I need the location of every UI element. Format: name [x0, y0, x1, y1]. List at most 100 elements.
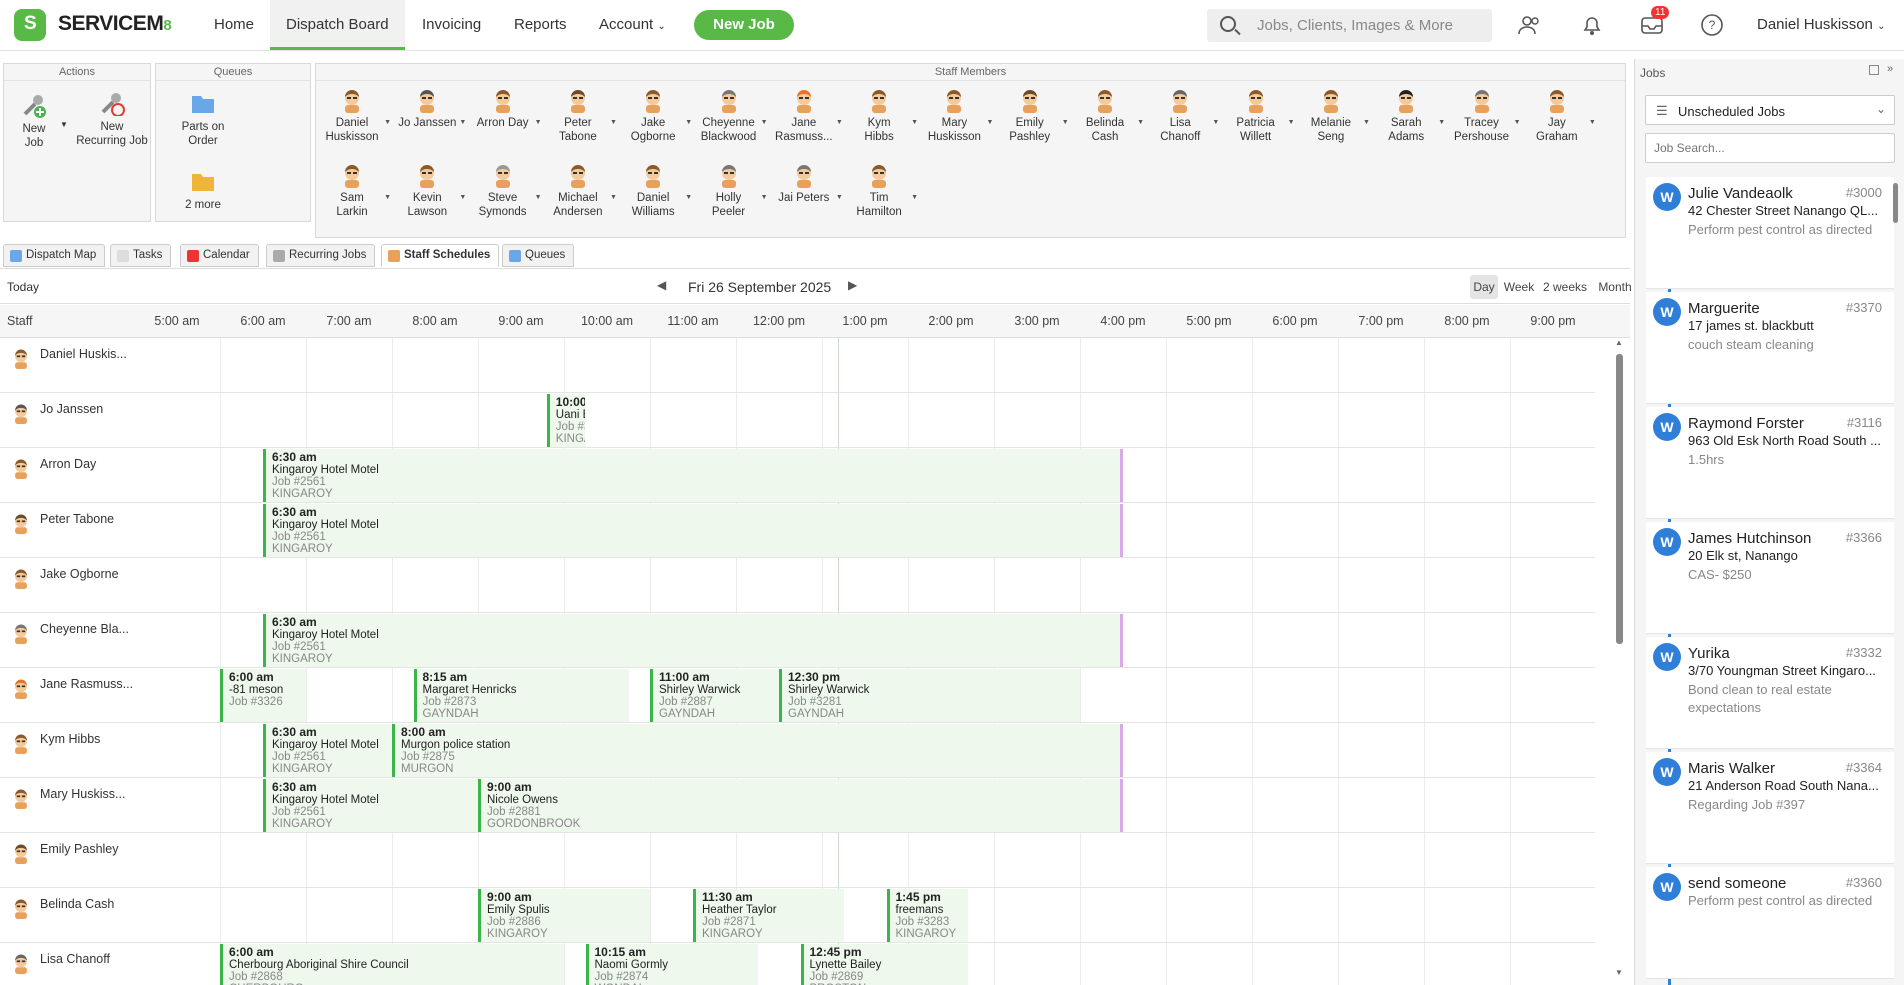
chevron-down-icon[interactable]: ▼: [1137, 116, 1144, 130]
staff-member-12[interactable]: Patricia Willett ▼: [1221, 85, 1295, 144]
job-block[interactable]: 12:45 pmLynette BaileyJob #2869PROSTON: [800, 944, 969, 985]
job-block[interactable]: 6:30 am Kingaroy Hotel Motel Job #2561 KING…: [263, 724, 392, 777]
chevron-down-icon[interactable]: ▼: [986, 116, 993, 130]
staff-member-21[interactable]: Daniel Williams ▼: [618, 160, 692, 219]
staff-member-5[interactable]: Cheyenne Blackwood ▼: [694, 85, 768, 144]
staff-member-0[interactable]: Daniel Huskisson ▼: [317, 85, 391, 144]
global-search-input[interactable]: Jobs, Clients, Images & More: [1207, 9, 1492, 42]
unscheduled-job-card[interactable]: W Marguerite #3370 17 james st. blackbutt co…: [1646, 292, 1894, 404]
unscheduled-job-card[interactable]: W Julie Vandeaolk #3000 42 Chester Street N…: [1646, 177, 1894, 289]
staff-member-4[interactable]: Jake Ogborne ▼: [618, 85, 692, 144]
staff-member-18[interactable]: Kevin Lawson ▼: [392, 160, 466, 219]
staff-member-2[interactable]: Arron Day ▼: [468, 85, 542, 130]
chevron-down-icon[interactable]: ▼: [1062, 116, 1069, 130]
queue-more[interactable]: 2 more: [174, 168, 232, 212]
nav-account[interactable]: Account ⌄: [583, 0, 682, 50]
jobs-scrollbar[interactable]: [1893, 179, 1901, 979]
chevron-down-icon[interactable]: ▼: [384, 116, 391, 130]
chevron-down-icon[interactable]: ▼: [459, 116, 466, 130]
job-block[interactable]: 9:00 am Emily Spulis Job #2886 KINGAROY: [478, 889, 650, 942]
view-day[interactable]: Day: [1470, 275, 1498, 299]
tab-calendar[interactable]: Calendar: [180, 244, 259, 267]
job-block[interactable]: 11:30 am Heather Taylor Job #2871 KINGAROY: [693, 889, 844, 942]
staff-member-3[interactable]: Peter Tabone ▼: [543, 85, 617, 144]
tab-staff-schedules[interactable]: Staff Schedules: [381, 244, 500, 267]
job-block[interactable]: 6:30 am Kingaroy Hotel Motel Job #2561 KING…: [263, 779, 478, 832]
job-block[interactable]: 6:00 am -81 meson Job #3326: [220, 669, 306, 722]
today-button[interactable]: Today: [7, 280, 39, 294]
job-block[interactable]: 9:00 am Nicole Owens Job #2881 GORDONBROOK: [478, 779, 1123, 832]
chevron-down-icon[interactable]: ▼: [1363, 116, 1370, 130]
job-block[interactable]: 10:15 amNaomi GormlyJob #2874WONDAI: [585, 944, 758, 985]
unscheduled-job-card[interactable]: W Raymond Forster #3116 963 Old Esk North R…: [1646, 407, 1894, 519]
staff-member-20[interactable]: Michael Andersen ▼: [543, 160, 617, 219]
staff-member-6[interactable]: Jane Rasmuss... ▼: [769, 85, 843, 144]
chevron-down-icon[interactable]: ▼: [1288, 116, 1295, 130]
job-block[interactable]: 6:30 am Kingaroy Hotel Motel Job #2561 KING…: [263, 614, 1123, 667]
job-block[interactable]: 8:00 am Murgon police station Job #2875 MUR…: [392, 724, 1123, 777]
chevron-down-icon[interactable]: ▼: [1212, 116, 1219, 130]
scroll-down-icon[interactable]: ▼: [1615, 968, 1623, 977]
user-menu[interactable]: Daniel Huskisson ⌄: [1757, 16, 1885, 33]
chevron-down-icon[interactable]: ▼: [610, 191, 617, 205]
chevron-down-icon[interactable]: ▼: [1514, 116, 1521, 130]
staff-member-19[interactable]: Steve Symonds ▼: [468, 160, 542, 219]
staff-member-7[interactable]: Kym Hibbs ▼: [844, 85, 918, 144]
job-block[interactable]: 10:00Uani EJob #3KINGA: [546, 394, 586, 447]
prev-day-arrow-icon[interactable]: ◀: [657, 278, 666, 292]
chevron-down-icon[interactable]: ▼: [1438, 116, 1445, 130]
chevron-down-icon[interactable]: ▼: [911, 116, 918, 130]
chevron-down-icon[interactable]: ▼: [535, 191, 542, 205]
staff-member-13[interactable]: Melanie Seng ▼: [1296, 85, 1370, 144]
servicem8-logo[interactable]: S: [14, 9, 46, 41]
unscheduled-job-card[interactable]: W Maris Walker #3364 21 Anderson Road South…: [1646, 752, 1894, 864]
chevron-down-icon[interactable]: ▼: [836, 116, 843, 130]
staff-schedule-row[interactable]: Jake Ogborne: [0, 558, 1595, 613]
job-block[interactable]: 12:30 pm Shirley Warwick Job #3281 GAYNDAH: [779, 669, 1080, 722]
view-month[interactable]: Month: [1592, 275, 1638, 299]
people-icon[interactable]: [1518, 14, 1542, 36]
staff-schedule-row[interactable]: Daniel Huskis...: [0, 338, 1595, 393]
help-icon[interactable]: ?: [1700, 14, 1724, 36]
staff-member-10[interactable]: Belinda Cash ▼: [1070, 85, 1144, 144]
tab-tasks[interactable]: Tasks: [110, 244, 172, 267]
job-block[interactable]: 11:00 am Shirley Warwick Job #2887 GAYNDAH: [650, 669, 779, 722]
new-job-action[interactable]: New Job: [12, 92, 56, 150]
staff-member-8[interactable]: Mary Huskisson ▼: [919, 85, 993, 144]
chevron-down-icon[interactable]: ▼: [761, 191, 768, 205]
bell-icon[interactable]: [1580, 14, 1604, 36]
chevron-down-icon[interactable]: ▼: [836, 191, 843, 205]
chevron-down-icon[interactable]: ▼: [761, 116, 768, 130]
chevron-down-icon[interactable]: ▼: [60, 120, 68, 129]
nav-dispatch-board[interactable]: Dispatch Board: [270, 0, 405, 50]
staff-member-16[interactable]: Jay Graham ▼: [1522, 85, 1596, 144]
chevron-down-icon[interactable]: ▼: [685, 191, 692, 205]
jobs-filter-select[interactable]: ☰ Unscheduled Jobs ⌄: [1645, 95, 1895, 125]
staff-member-11[interactable]: Lisa Chanoff ▼: [1145, 85, 1219, 144]
job-block[interactable]: 1:45 pm freemans Job #3283 KINGAROY: [886, 889, 969, 942]
chevron-down-icon[interactable]: ▼: [384, 191, 391, 205]
queue-parts-on-order[interactable]: Parts on Order: [174, 90, 232, 148]
unscheduled-job-card[interactable]: Wsend someone #3360 Perform pest control a…: [1646, 867, 1894, 979]
staff-member-24[interactable]: Tim Hamilton ▼: [844, 160, 918, 219]
chevron-down-icon[interactable]: ▼: [610, 116, 617, 130]
tab-queues[interactable]: Queues: [502, 244, 575, 267]
nav-home[interactable]: Home: [198, 0, 270, 50]
staff-member-1[interactable]: Jo Janssen ▼: [392, 85, 466, 130]
scroll-up-icon[interactable]: ▲: [1615, 338, 1623, 347]
staff-member-15[interactable]: Tracey Pershouse ▼: [1447, 85, 1521, 144]
panel-layout-icon[interactable]: [1869, 65, 1879, 75]
job-block[interactable]: 6:30 am Kingaroy Hotel Motel Job #2561 KING…: [263, 504, 1123, 557]
job-block[interactable]: 8:15 am Margaret Henricks Job #2873 GAYNDAH: [413, 669, 629, 722]
job-block[interactable]: 6:00 am Cherbourg Aboriginal Shire Counci…: [220, 944, 564, 985]
chevron-down-icon[interactable]: ▼: [1589, 116, 1596, 130]
schedule-scrollbar[interactable]: ▲ ▼: [1614, 338, 1624, 980]
collapse-icon[interactable]: »: [1887, 63, 1893, 75]
nav-invoicing[interactable]: Invoicing: [406, 0, 497, 50]
unscheduled-job-card[interactable]: W James Hutchinson #3366 20 Elk st, Nanango…: [1646, 522, 1894, 634]
staff-member-22[interactable]: Holly Peeler ▼: [694, 160, 768, 219]
new-job-button[interactable]: New Job: [694, 10, 794, 40]
staff-schedule-row[interactable]: Jo Janssen: [0, 393, 1595, 448]
chevron-down-icon[interactable]: ▼: [685, 116, 692, 130]
new-recurring-job-action[interactable]: New Recurring Job: [74, 90, 150, 148]
